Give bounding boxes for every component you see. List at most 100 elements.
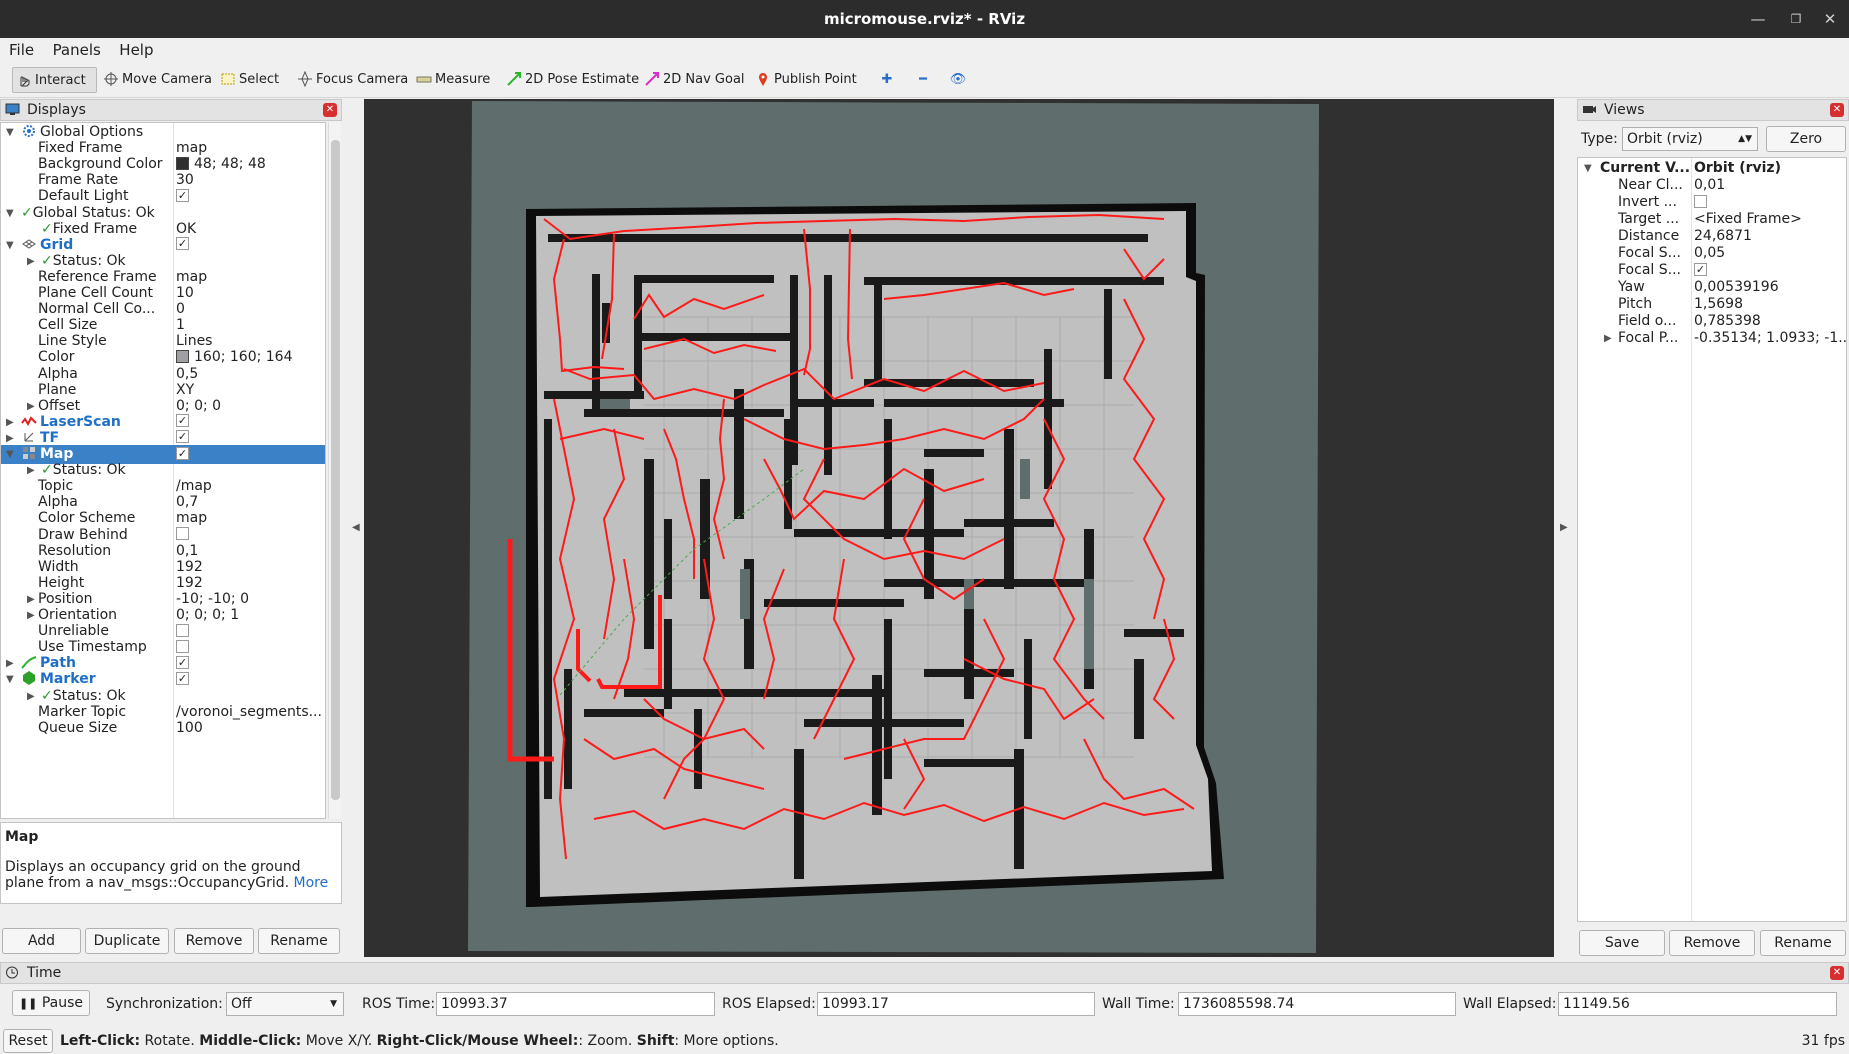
- more-link[interactable]: More: [294, 875, 329, 891]
- reset-button[interactable]: Reset: [3, 1029, 53, 1053]
- add-button[interactable]: Add: [2, 928, 81, 954]
- checkbox[interactable]: ✓: [176, 237, 189, 251]
- row-label: Frame Rate: [38, 172, 119, 189]
- row-value: 48; 48; 48: [194, 156, 266, 173]
- checkbox[interactable]: [176, 527, 189, 540]
- row-label: Use Timestamp: [38, 639, 147, 656]
- checkbox[interactable]: [176, 639, 189, 653]
- checkbox[interactable]: ✓: [176, 671, 189, 685]
- pose-estimate-tool-button[interactable]: 2D Pose Estimate: [503, 67, 642, 93]
- ros-time-field[interactable]: 10993.37: [436, 992, 715, 1016]
- view-type-select[interactable]: Orbit (rviz) ▲▼: [1622, 127, 1758, 151]
- collapse-left-icon[interactable]: ◀: [352, 522, 360, 533]
- publish-point-tool-button[interactable]: Publish Point: [752, 67, 860, 93]
- displays-close-icon[interactable]: ✕: [323, 103, 337, 117]
- row-label: Marker Topic: [38, 703, 127, 720]
- views-remove-button[interactable]: Remove: [1669, 930, 1755, 956]
- add-tool-icon[interactable]: ✚: [874, 67, 900, 93]
- views-close-icon[interactable]: ✕: [1830, 103, 1844, 117]
- views-row[interactable]: Focal S... ✓: [1578, 262, 1846, 279]
- row-value: /voronoi_segments...: [176, 703, 322, 720]
- row-value: 0,1: [176, 542, 199, 559]
- description-text: Displays an occupancy grid on the ground…: [5, 859, 301, 891]
- row-label: Plane Cell Count: [38, 285, 154, 301]
- views-row[interactable]: ▶ Focal P... -0.35134; 1.0933; -1....: [1578, 330, 1846, 347]
- focus-camera-tool-button[interactable]: Focus Camera: [294, 67, 411, 93]
- checkbox[interactable]: [176, 623, 189, 637]
- displays-scrollbar[interactable]: [328, 122, 341, 819]
- sync-select[interactable]: Off ▼: [226, 992, 344, 1016]
- views-row[interactable]: Yaw 0,00539196: [1578, 279, 1846, 296]
- check-icon: ✓: [41, 687, 53, 704]
- checkbox[interactable]: [1694, 194, 1707, 208]
- rename-button[interactable]: Rename: [258, 928, 340, 954]
- checkbox[interactable]: ✓: [176, 414, 189, 428]
- views-row[interactable]: Pitch 1,5698: [1578, 296, 1846, 313]
- row-label: Offset: [38, 397, 81, 414]
- views-save-button[interactable]: Save: [1579, 930, 1665, 956]
- pause-button[interactable]: ❚❚ Pause: [12, 990, 90, 1016]
- views-tree: ▼ Current V... Orbit (rviz) Near Cl... 0,01 I…: [1577, 157, 1847, 922]
- nav-goal-tool-button[interactable]: 2D Nav Goal: [641, 67, 748, 93]
- render-viewport[interactable]: [364, 99, 1554, 957]
- measure-tool-button[interactable]: Measure: [413, 67, 493, 93]
- row-label: Global Status: Ok: [32, 204, 155, 221]
- checkbox[interactable]: ✓: [176, 188, 189, 202]
- duplicate-button[interactable]: Duplicate: [85, 928, 169, 954]
- expand-arrow-icon[interactable]: ▶: [1604, 330, 1612, 347]
- select-tool-button[interactable]: Select: [217, 67, 282, 93]
- views-row[interactable]: Focal S... 0,05: [1578, 245, 1846, 262]
- menu-file[interactable]: File: [4, 38, 39, 62]
- views-row[interactable]: Field o... 0,785398: [1578, 313, 1846, 330]
- checkbox[interactable]: ✓: [176, 430, 189, 444]
- views-rename-button[interactable]: Rename: [1760, 930, 1846, 956]
- row-label: Color Scheme: [38, 510, 136, 527]
- minimize-icon[interactable]: —: [1743, 0, 1773, 38]
- title-bar: micromouse.rviz* - RViz — ❐ ✕: [0, 0, 1849, 38]
- color-swatch[interactable]: [176, 156, 189, 170]
- path-icon: [21, 655, 40, 671]
- views-row[interactable]: Near Cl... 0,01: [1578, 177, 1846, 194]
- color-swatch[interactable]: [176, 349, 189, 363]
- displays-panel: Displays ✕ ▼ Global Options Fixed Frame map…: [0, 99, 342, 959]
- map-icon: [21, 446, 40, 462]
- checkbox[interactable]: ✓: [1694, 262, 1707, 276]
- row-label: Fixed Frame: [52, 220, 138, 237]
- row-value: 100: [176, 719, 203, 736]
- maximize-icon[interactable]: ❐: [1781, 0, 1811, 38]
- ruler-icon: [416, 76, 432, 82]
- ros-elapsed-field[interactable]: 10993.17: [817, 992, 1095, 1016]
- views-panel: Views ✕ Type: Orbit (rviz) ▲▼ Zero ▼ Curr…: [1577, 99, 1849, 959]
- wall-elapsed-label: Wall Elapsed:: [1463, 996, 1557, 1012]
- time-close-icon[interactable]: ✕: [1830, 966, 1844, 980]
- close-icon[interactable]: ✕: [1815, 0, 1845, 38]
- move-camera-tool-button[interactable]: Move Camera: [100, 67, 215, 93]
- row-label: Line Style: [38, 333, 107, 350]
- views-row[interactable]: Distance 24,6871: [1578, 228, 1846, 245]
- row-value: 192: [176, 574, 203, 591]
- row-value: OK: [176, 220, 197, 237]
- remove-tool-icon[interactable]: ━: [910, 67, 936, 93]
- wall-elapsed-field[interactable]: 11149.56: [1558, 992, 1837, 1016]
- views-current-row[interactable]: ▼ Current V... Orbit (rviz): [1578, 160, 1846, 177]
- view-type-label: Type:: [1581, 131, 1618, 147]
- menu-help[interactable]: Help: [114, 38, 158, 62]
- checkbox[interactable]: ✓: [176, 655, 189, 669]
- interact-tool-button[interactable]: Interact: [12, 67, 97, 93]
- sync-dropdown-icon: ▼: [330, 999, 337, 1009]
- menu-panels[interactable]: Panels: [48, 38, 106, 62]
- status-hint: Left-Click: Rotate. Middle-Click: Move X…: [60, 1033, 779, 1049]
- views-row[interactable]: Target ... <Fixed Frame>: [1578, 211, 1846, 228]
- eye-icon[interactable]: 👁: [944, 67, 972, 93]
- checkbox[interactable]: ✓: [176, 446, 189, 460]
- display-row-queue-size[interactable]: Queue Size 100: [1, 719, 325, 738]
- expand-arrow-icon[interactable]: ▼: [1584, 160, 1592, 177]
- row-label: Alpha: [38, 365, 78, 382]
- row-label: Global Options: [40, 124, 144, 140]
- collapse-right-icon[interactable]: ▶: [1560, 522, 1568, 533]
- remove-button[interactable]: Remove: [174, 928, 254, 954]
- wall-time-field[interactable]: 1736085598.74: [1178, 992, 1456, 1016]
- zero-button[interactable]: Zero: [1766, 126, 1846, 152]
- views-row[interactable]: Invert ...: [1578, 194, 1846, 211]
- description-title: Map: [5, 829, 39, 845]
